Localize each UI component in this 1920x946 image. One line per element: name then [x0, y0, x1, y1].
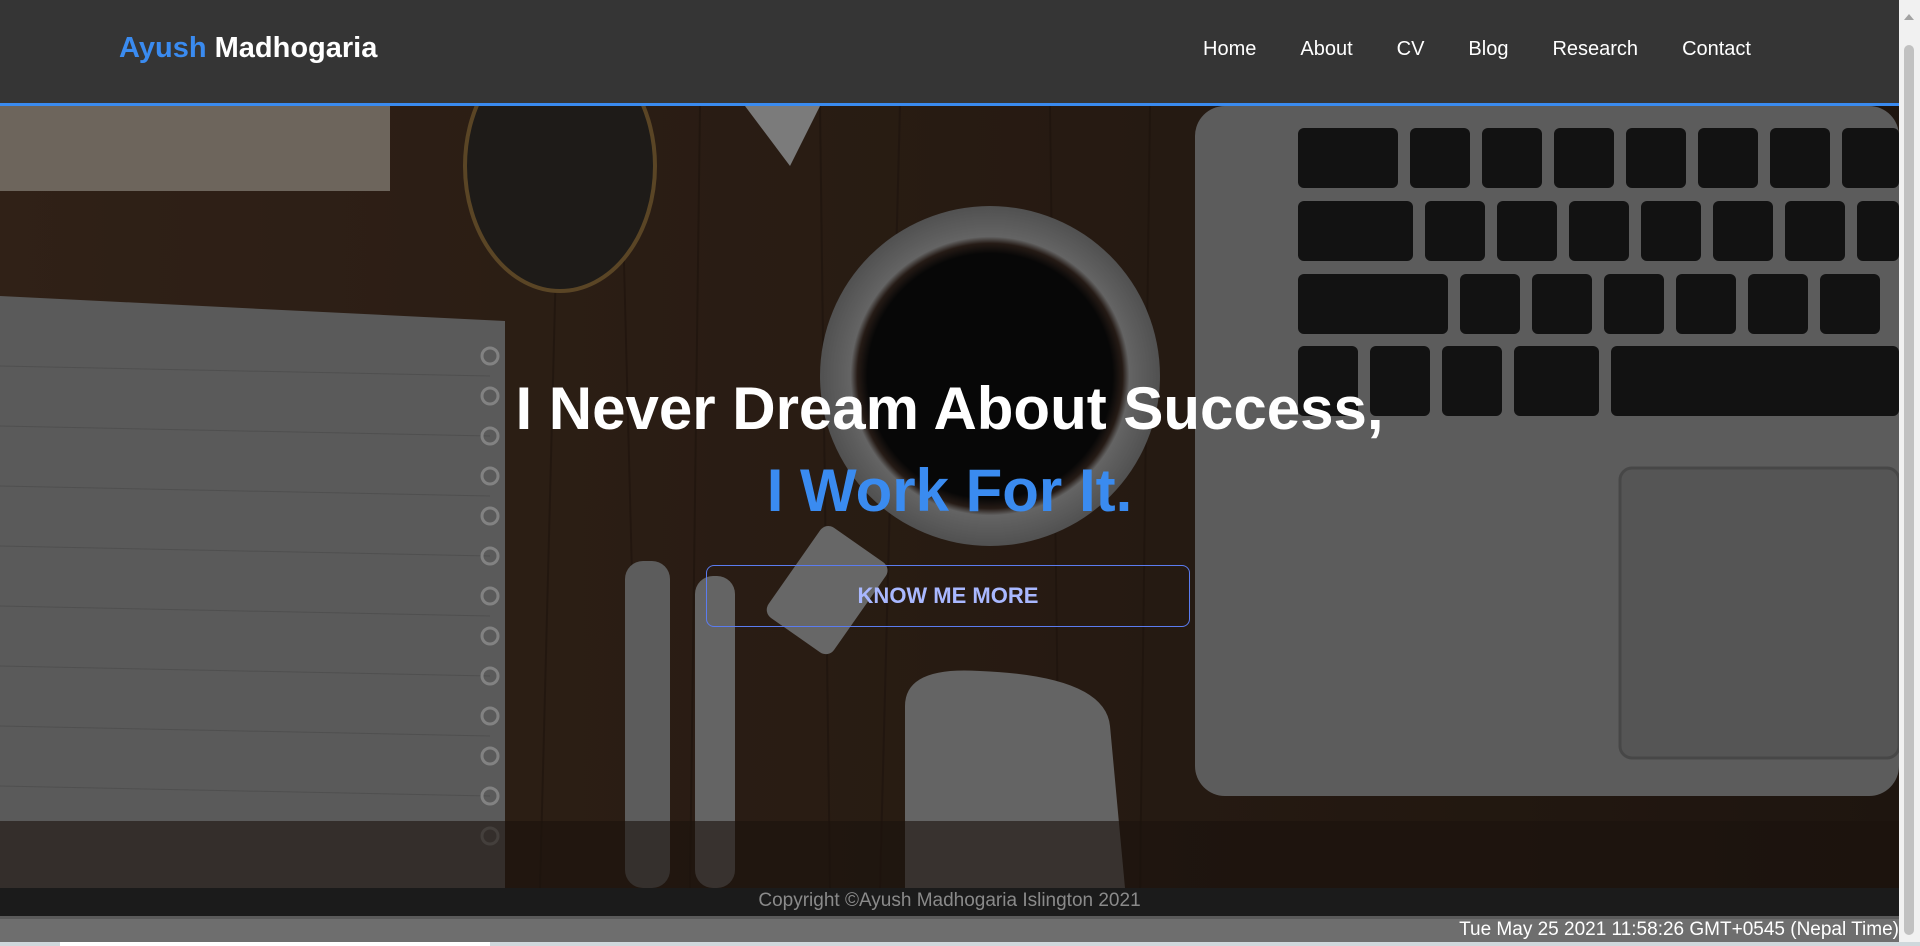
brand-logo[interactable]: Ayush Madhogaria — [119, 32, 377, 65]
nav-link-home[interactable]: Home — [1203, 38, 1256, 61]
nav-link-blog[interactable]: Blog — [1468, 38, 1508, 61]
bottom-strip-highlight — [60, 942, 490, 946]
nav-link-contact[interactable]: Contact — [1682, 38, 1751, 61]
footer-clock: Tue May 25 2021 11:58:26 GMT+0545 (Nepal… — [1459, 919, 1899, 940]
know-me-more-button[interactable]: KNOW ME MORE — [706, 565, 1190, 627]
brand-first-name: Ayush — [119, 32, 207, 64]
scroll-up-arrow-icon[interactable] — [1904, 14, 1914, 20]
hero-section: I Never Dream About Success, I Work For … — [0, 106, 1899, 888]
vertical-scrollbar[interactable] — [1899, 0, 1920, 942]
hero-headline: I Never Dream About Success, — [515, 375, 1384, 442]
bottom-strip — [0, 942, 1920, 946]
nav-link-cv[interactable]: CV — [1397, 38, 1425, 61]
nav-menu: Home About CV Blog Research Contact — [1203, 38, 1795, 61]
nav-link-about[interactable]: About — [1300, 38, 1352, 61]
nav-link-research[interactable]: Research — [1552, 38, 1638, 61]
navbar: Ayush Madhogaria Home About CV Blog Rese… — [0, 0, 1899, 106]
footer-copyright: Copyright ©Ayush Madhogaria Islington 20… — [0, 888, 1899, 916]
hero-subheadline: I Work For It. — [766, 457, 1133, 524]
brand-last-name: Madhogaria — [214, 32, 378, 64]
page: Ayush Madhogaria Home About CV Blog Rese… — [0, 0, 1920, 946]
scroll-thumb[interactable] — [1904, 45, 1914, 935]
